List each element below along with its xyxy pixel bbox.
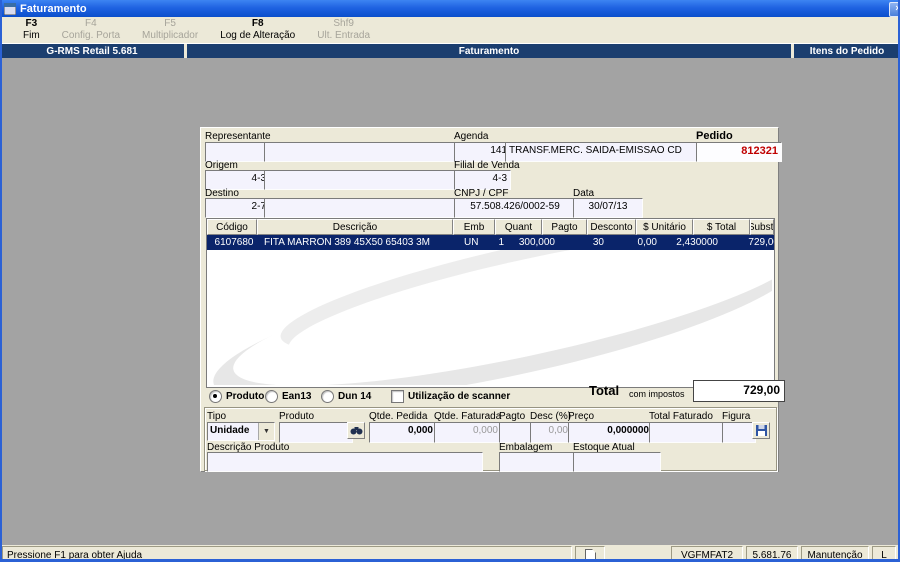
figura-field — [722, 422, 756, 443]
qtde-faturada-field: 0,000 — [434, 422, 502, 443]
search-binoculars-button[interactable] — [347, 422, 365, 439]
save-figure-button[interactable] — [752, 422, 770, 439]
cell-descricao: FITA MARRON 389 45X50 65403 3M — [264, 237, 431, 248]
table-row[interactable]: 6107680 FITA MARRON 389 45X50 65403 3M U… — [207, 235, 774, 250]
pagto-field — [499, 422, 534, 443]
cell-unitario: 2,430000 — [676, 237, 718, 248]
column-header-pagto[interactable]: Pagto — [542, 219, 587, 235]
column-header-emb[interactable]: Emb — [453, 219, 495, 235]
fkey-f8-log-alteracao[interactable]: F8 Log de Alteração — [209, 18, 306, 42]
binoculars-icon — [350, 427, 362, 435]
destino-name-field[interactable] — [264, 198, 456, 218]
total-suffix-label: com impostos — [629, 389, 685, 399]
order-panel: Representante Agenda 141 TRANSF.MERC. SA… — [200, 127, 785, 472]
produto-field[interactable] — [279, 422, 353, 443]
window-title: Faturamento — [20, 2, 87, 15]
origem-code-field[interactable]: 4-3 — [205, 170, 270, 190]
column-header-quant[interactable]: Quant — [495, 219, 542, 235]
column-header-codigo[interactable]: Código — [207, 219, 257, 235]
cell-total: 729,00 — [748, 237, 774, 248]
pedido-number-field: 812321 — [696, 142, 782, 162]
filial-venda-field[interactable]: 4-3 — [454, 170, 511, 190]
cell-pagto: 30 — [592, 237, 604, 248]
cell-emb: UN 1 — [464, 237, 504, 248]
scanner-checkbox[interactable]: Utilização de scanner — [391, 390, 510, 403]
header-screen-title: Faturamento — [187, 44, 791, 58]
total-value-box: 729,00 — [693, 380, 785, 402]
column-header-desconto[interactable]: Desconto — [587, 219, 636, 235]
radio-icon — [209, 390, 222, 403]
origem-name-field[interactable] — [264, 170, 456, 190]
qtde-pedida-field[interactable]: 0,000 — [369, 422, 437, 443]
total-faturado-field — [649, 422, 725, 443]
produto-label: Produto — [279, 411, 315, 422]
total-label: Total — [589, 383, 620, 398]
estoque-atual-field — [573, 452, 661, 472]
column-header-descricao[interactable]: Descrição — [257, 219, 453, 235]
fkey-f4-config-porta: F4 Config. Porta — [61, 18, 121, 41]
header-section-title: Itens do Pedido — [794, 44, 900, 58]
items-grid: Código Descrição Emb Quant Pagto Descont… — [206, 218, 775, 388]
representante-code-field[interactable] — [205, 142, 270, 162]
pagto-label: Pagto — [499, 411, 526, 422]
header-band: G-RMS Retail 5.681 Faturamento Itens do … — [0, 44, 900, 58]
agenda-code-field[interactable]: 141 — [454, 142, 511, 162]
tipo-value: Unidade — [210, 425, 250, 436]
agenda-label: Agenda — [454, 131, 489, 142]
tipo-dropdown[interactable]: Unidade ▼ — [207, 422, 275, 441]
title-bar: Faturamento × — [0, 0, 900, 17]
fkey-shf9-ult-entrada: Shf9 Ult. Entrada — [317, 18, 371, 41]
radio-ean13[interactable]: Ean13 — [265, 390, 311, 403]
column-header-total[interactable]: $ Total — [693, 219, 750, 235]
representante-label: Representante — [205, 131, 271, 142]
radio-dun14[interactable]: Dun 14 — [321, 390, 371, 403]
radio-icon — [265, 390, 278, 403]
fkey-f5-multiplicador: F5 Multiplicador — [142, 18, 199, 41]
checkbox-icon — [391, 390, 404, 403]
grid-header-row: Código Descrição Emb Quant Pagto Descont… — [207, 219, 774, 235]
pedido-label: Pedido — [696, 130, 733, 142]
descricao-produto-field — [207, 452, 483, 472]
fkey-f3-fim[interactable]: F3 Fim — [12, 18, 51, 42]
preco-label: Preço — [568, 411, 595, 422]
function-key-toolbar: F3 Fim F4 Config. Porta F5 Multiplicador… — [0, 17, 900, 44]
destino-code-field[interactable]: 2-7 — [205, 198, 270, 218]
preco-field[interactable]: 0,000000 — [568, 422, 653, 443]
app-icon — [3, 2, 17, 15]
total-faturado-label: Total Faturado — [649, 411, 713, 422]
application-window: Faturamento × F3 Fim F4 Config. Porta F5… — [0, 0, 900, 562]
radio-icon — [321, 390, 334, 403]
tipo-label: Tipo — [207, 411, 227, 422]
watermark-swoosh — [213, 249, 772, 385]
header-app-version: G-RMS Retail 5.681 — [0, 44, 184, 58]
embalagem-field — [499, 452, 575, 472]
representante-name-field[interactable] — [264, 142, 456, 162]
qtde-pedida-label: Qtde. Pedida — [369, 411, 428, 422]
floppy-disk-icon — [755, 425, 767, 436]
radio-produto[interactable]: Produto — [209, 390, 264, 403]
qtde-faturada-label: Qtde. Faturada — [434, 411, 502, 422]
cnpj-cpf-field[interactable]: 57.508.426/0002-59 — [454, 198, 576, 218]
cell-desconto: 0,00 — [637, 237, 657, 248]
cell-codigo: 6107680 — [214, 237, 254, 248]
cell-quant: 300,000 — [518, 237, 555, 248]
agenda-name-field[interactable]: TRANSF.MERC. SAIDA-EMISSAO CD — [505, 142, 697, 162]
column-header-unitario[interactable]: $ Unitário — [636, 219, 693, 235]
chevron-down-icon[interactable]: ▼ — [258, 423, 274, 440]
data-field[interactable]: 30/07/13 — [573, 198, 643, 218]
column-header-subst[interactable]: Subst. — [750, 219, 774, 235]
desc-pct-field: 0,00 — [530, 422, 572, 443]
window-border-left — [0, 0, 2, 562]
desc-pct-label: Desc (%) — [530, 411, 572, 422]
figura-label: Figura — [722, 411, 751, 422]
